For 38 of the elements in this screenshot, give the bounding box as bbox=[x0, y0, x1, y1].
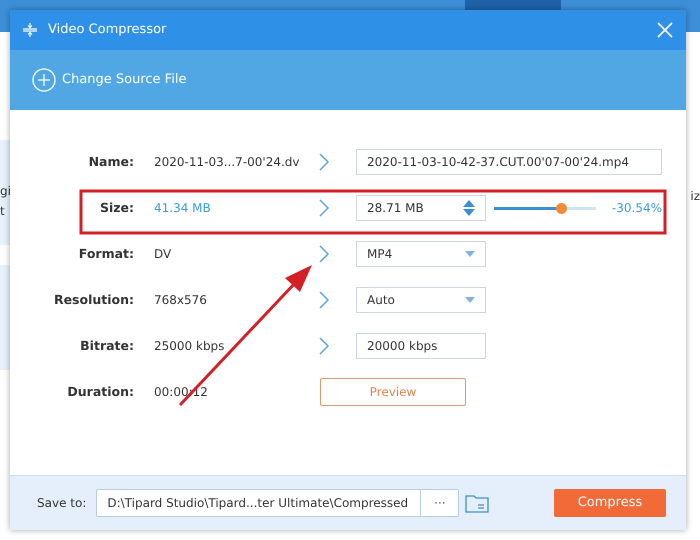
source-value: DV bbox=[154, 246, 172, 263]
percent-reading: -30.54% bbox=[612, 200, 662, 217]
dropdown[interactable]: Auto bbox=[356, 287, 486, 313]
text-fragment: t bbox=[0, 203, 6, 220]
size-field[interactable]: 28.71 MB bbox=[356, 195, 486, 221]
bitrate-field[interactable]: 20000 kbps bbox=[356, 333, 486, 359]
chevron-icon bbox=[318, 245, 330, 264]
dropdown[interactable]: MP4 bbox=[356, 241, 486, 267]
caret-icon[interactable] bbox=[465, 251, 475, 257]
field-label: Resolution: bbox=[52, 290, 134, 309]
save-label: Save to: bbox=[37, 495, 86, 512]
compress-icon bbox=[22, 22, 38, 38]
output-field[interactable]: 2020-11-03-10-42-37.CUT.00'07-00'24.mp4 bbox=[356, 149, 662, 175]
chevron-icon bbox=[318, 153, 330, 172]
plus-circle-icon bbox=[32, 68, 56, 92]
browse-button[interactable]: ··· bbox=[420, 490, 458, 516]
close-button[interactable] bbox=[656, 21, 674, 39]
field-label: Size: bbox=[98, 198, 134, 217]
source-value: 25000 kbps bbox=[154, 338, 226, 355]
field-label: Duration: bbox=[66, 382, 134, 401]
source-value: 2020-11-03...7-00'24.dv bbox=[154, 154, 301, 171]
down-icon[interactable] bbox=[463, 209, 475, 216]
up-icon[interactable] bbox=[463, 200, 475, 207]
chevron-icon bbox=[318, 337, 330, 356]
caret-icon[interactable] bbox=[465, 297, 475, 303]
field-label: Format: bbox=[78, 244, 134, 263]
field-label: Bitrate: bbox=[79, 336, 134, 355]
chevron-icon bbox=[318, 199, 330, 218]
source-value: 768x576 bbox=[154, 292, 208, 309]
folder-icon[interactable] bbox=[465, 493, 490, 513]
path-field[interactable]: D:\Tipard Studio\Tipard...ter Ultimate\Compressed ··· bbox=[96, 489, 460, 517]
field-label: Name: bbox=[88, 152, 134, 171]
chevron-icon bbox=[318, 291, 330, 310]
source-value: 41.34 MB bbox=[154, 200, 212, 217]
text-fragment: iz bbox=[690, 189, 700, 203]
slider-thumb[interactable] bbox=[556, 202, 568, 214]
text-fragment: gi bbox=[0, 183, 12, 200]
window-title: Video Compressor bbox=[48, 21, 166, 40]
